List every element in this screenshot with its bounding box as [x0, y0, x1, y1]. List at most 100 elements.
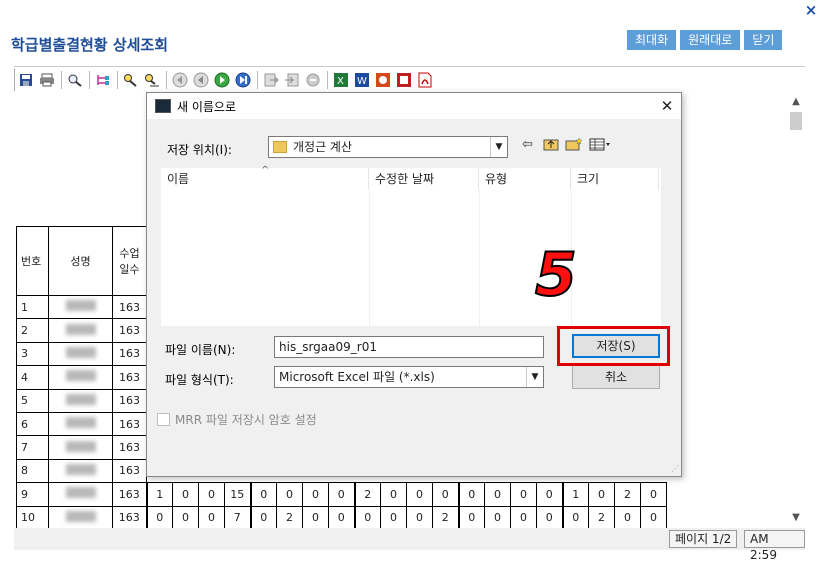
header-days-line2: 일수: [119, 263, 140, 276]
restore-button[interactable]: 원래대로: [680, 30, 741, 50]
row-number: 9: [16, 482, 49, 507]
maximize-button[interactable]: 최대화: [627, 30, 677, 50]
attendance-cell: 0: [457, 482, 485, 507]
class-days: 163: [112, 318, 147, 343]
app-icon: [155, 99, 171, 113]
attendance-cell: 0: [510, 482, 537, 507]
search-icon[interactable]: [122, 71, 140, 89]
toolbar-separator: [61, 71, 62, 89]
student-name-blurred: [48, 341, 113, 367]
column-size[interactable]: 크기: [571, 168, 659, 190]
excel-icon[interactable]: X: [332, 71, 350, 89]
window-close-button[interactable]: ×: [803, 1, 819, 19]
attendance-cell: 0: [510, 505, 537, 530]
header-days-line1: 수업: [119, 247, 140, 260]
page-indicator: 페이지 1/2: [669, 530, 738, 548]
column-type[interactable]: 유형: [479, 168, 571, 190]
attendance-cell: 2: [588, 505, 615, 530]
dialog-title: 새 이름으로: [177, 100, 237, 114]
tree-icon[interactable]: [94, 71, 112, 89]
scroll-thumb[interactable]: [790, 112, 802, 130]
filetype-value: Microsoft Excel 파일 (*.xls): [279, 370, 435, 384]
next-page-icon[interactable]: [213, 71, 231, 89]
scroll-up-icon[interactable]: ▲: [787, 96, 805, 110]
student-name-blurred: [48, 388, 113, 413]
attendance-cell: 0: [484, 505, 511, 530]
pdf-icon[interactable]: [416, 71, 434, 89]
class-days: 163: [112, 341, 147, 367]
attendance-cell: 0: [276, 482, 303, 507]
student-name-blurred: [48, 482, 113, 507]
attendance-cell: 0: [328, 505, 355, 530]
class-days: 163: [112, 388, 147, 413]
toolbar-separator: [327, 71, 328, 89]
row-number: 6: [16, 411, 49, 437]
header-days: 수업일수: [112, 226, 147, 296]
prev-page-icon[interactable]: [192, 71, 210, 89]
row-number: 3: [16, 341, 49, 367]
view-menu-icon[interactable]: [589, 137, 611, 153]
image-icon[interactable]: [395, 71, 413, 89]
resize-grip-icon[interactable]: ⋰: [669, 464, 679, 474]
close-button[interactable]: 닫기: [744, 30, 783, 50]
svg-text:X: X: [337, 76, 344, 87]
vertical-scrollbar[interactable]: ▲ ▼: [787, 96, 805, 526]
first-page-icon[interactable]: [171, 71, 189, 89]
ppt-icon[interactable]: [374, 71, 392, 89]
blurred-name: [65, 323, 96, 335]
save-location-select[interactable]: 개정근 계산 ▼: [268, 136, 508, 158]
filetype-select[interactable]: Microsoft Excel 파일 (*.xls) ▼: [274, 366, 544, 388]
print-icon[interactable]: [38, 71, 56, 89]
search-next-icon[interactable]: [143, 71, 161, 89]
word-icon[interactable]: W: [353, 71, 371, 89]
attendance-cell: 0: [536, 505, 563, 530]
encrypt-option[interactable]: MRR 파일 저장시 암호 설정: [157, 411, 317, 428]
status-bar: 페이지 1/2 AM 2:59: [14, 528, 805, 562]
attendance-cell: 0: [172, 482, 199, 507]
column-type-label: 유형: [485, 172, 508, 186]
up-folder-icon[interactable]: [543, 137, 559, 153]
zoom-icon[interactable]: [66, 71, 84, 89]
chevron-down-icon[interactable]: ▼: [490, 137, 507, 157]
attendance-cell: 7: [224, 505, 251, 530]
cancel-button[interactable]: 취소: [572, 365, 660, 389]
row-number: 8: [16, 458, 49, 484]
class-days: 163: [112, 435, 147, 460]
file-list[interactable]: ^ 이름 수정한 날짜 유형 크기: [161, 165, 661, 326]
new-folder-icon[interactable]: [565, 137, 583, 153]
column-name[interactable]: ^ 이름: [161, 165, 369, 190]
last-page-icon[interactable]: [234, 71, 252, 89]
column-modified[interactable]: 수정한 날짜: [369, 168, 479, 190]
back-icon[interactable]: ⇦: [522, 137, 533, 153]
blurred-name: [65, 370, 96, 382]
step-number-annotation: 5: [534, 239, 578, 311]
import-icon[interactable]: [283, 71, 301, 89]
dialog-close-icon[interactable]: ✕: [657, 96, 677, 116]
chevron-down-icon[interactable]: ▼: [526, 367, 543, 387]
stop-icon[interactable]: [304, 71, 322, 89]
attendance-cell: 2: [614, 482, 641, 507]
filename-input[interactable]: his_srgaa09_r01: [274, 336, 544, 358]
encrypt-checkbox[interactable]: [157, 413, 170, 426]
class-days: 163: [112, 482, 147, 507]
attendance-cell: 0: [328, 482, 355, 507]
attendance-cell: 0: [614, 505, 641, 530]
svg-text:W: W: [357, 76, 367, 87]
toolbar-separator: [257, 71, 258, 89]
save-icon[interactable]: [17, 71, 35, 89]
student-name-blurred: [48, 411, 113, 437]
table-row: 9 163 1 0 0 15 0 0 0 0 2 0 0 0 0 0 0 0 1 0 2 0: [16, 482, 667, 507]
scroll-down-icon[interactable]: ▼: [787, 512, 805, 526]
blurred-name: [65, 510, 96, 522]
column-divider: [479, 190, 480, 326]
attendance-cell: 0: [484, 482, 511, 507]
attendance-cell: 0: [432, 482, 459, 507]
class-days: 163: [112, 294, 147, 320]
blurred-name: [65, 417, 96, 429]
attendance-cell: 0: [198, 482, 225, 507]
attendance-cell: 0: [588, 482, 615, 507]
attendance-cell: 2: [432, 505, 459, 530]
page-title: 학급별출결현황 상세조회: [11, 36, 169, 54]
row-number: 4: [16, 365, 49, 390]
export-icon[interactable]: [262, 71, 280, 89]
